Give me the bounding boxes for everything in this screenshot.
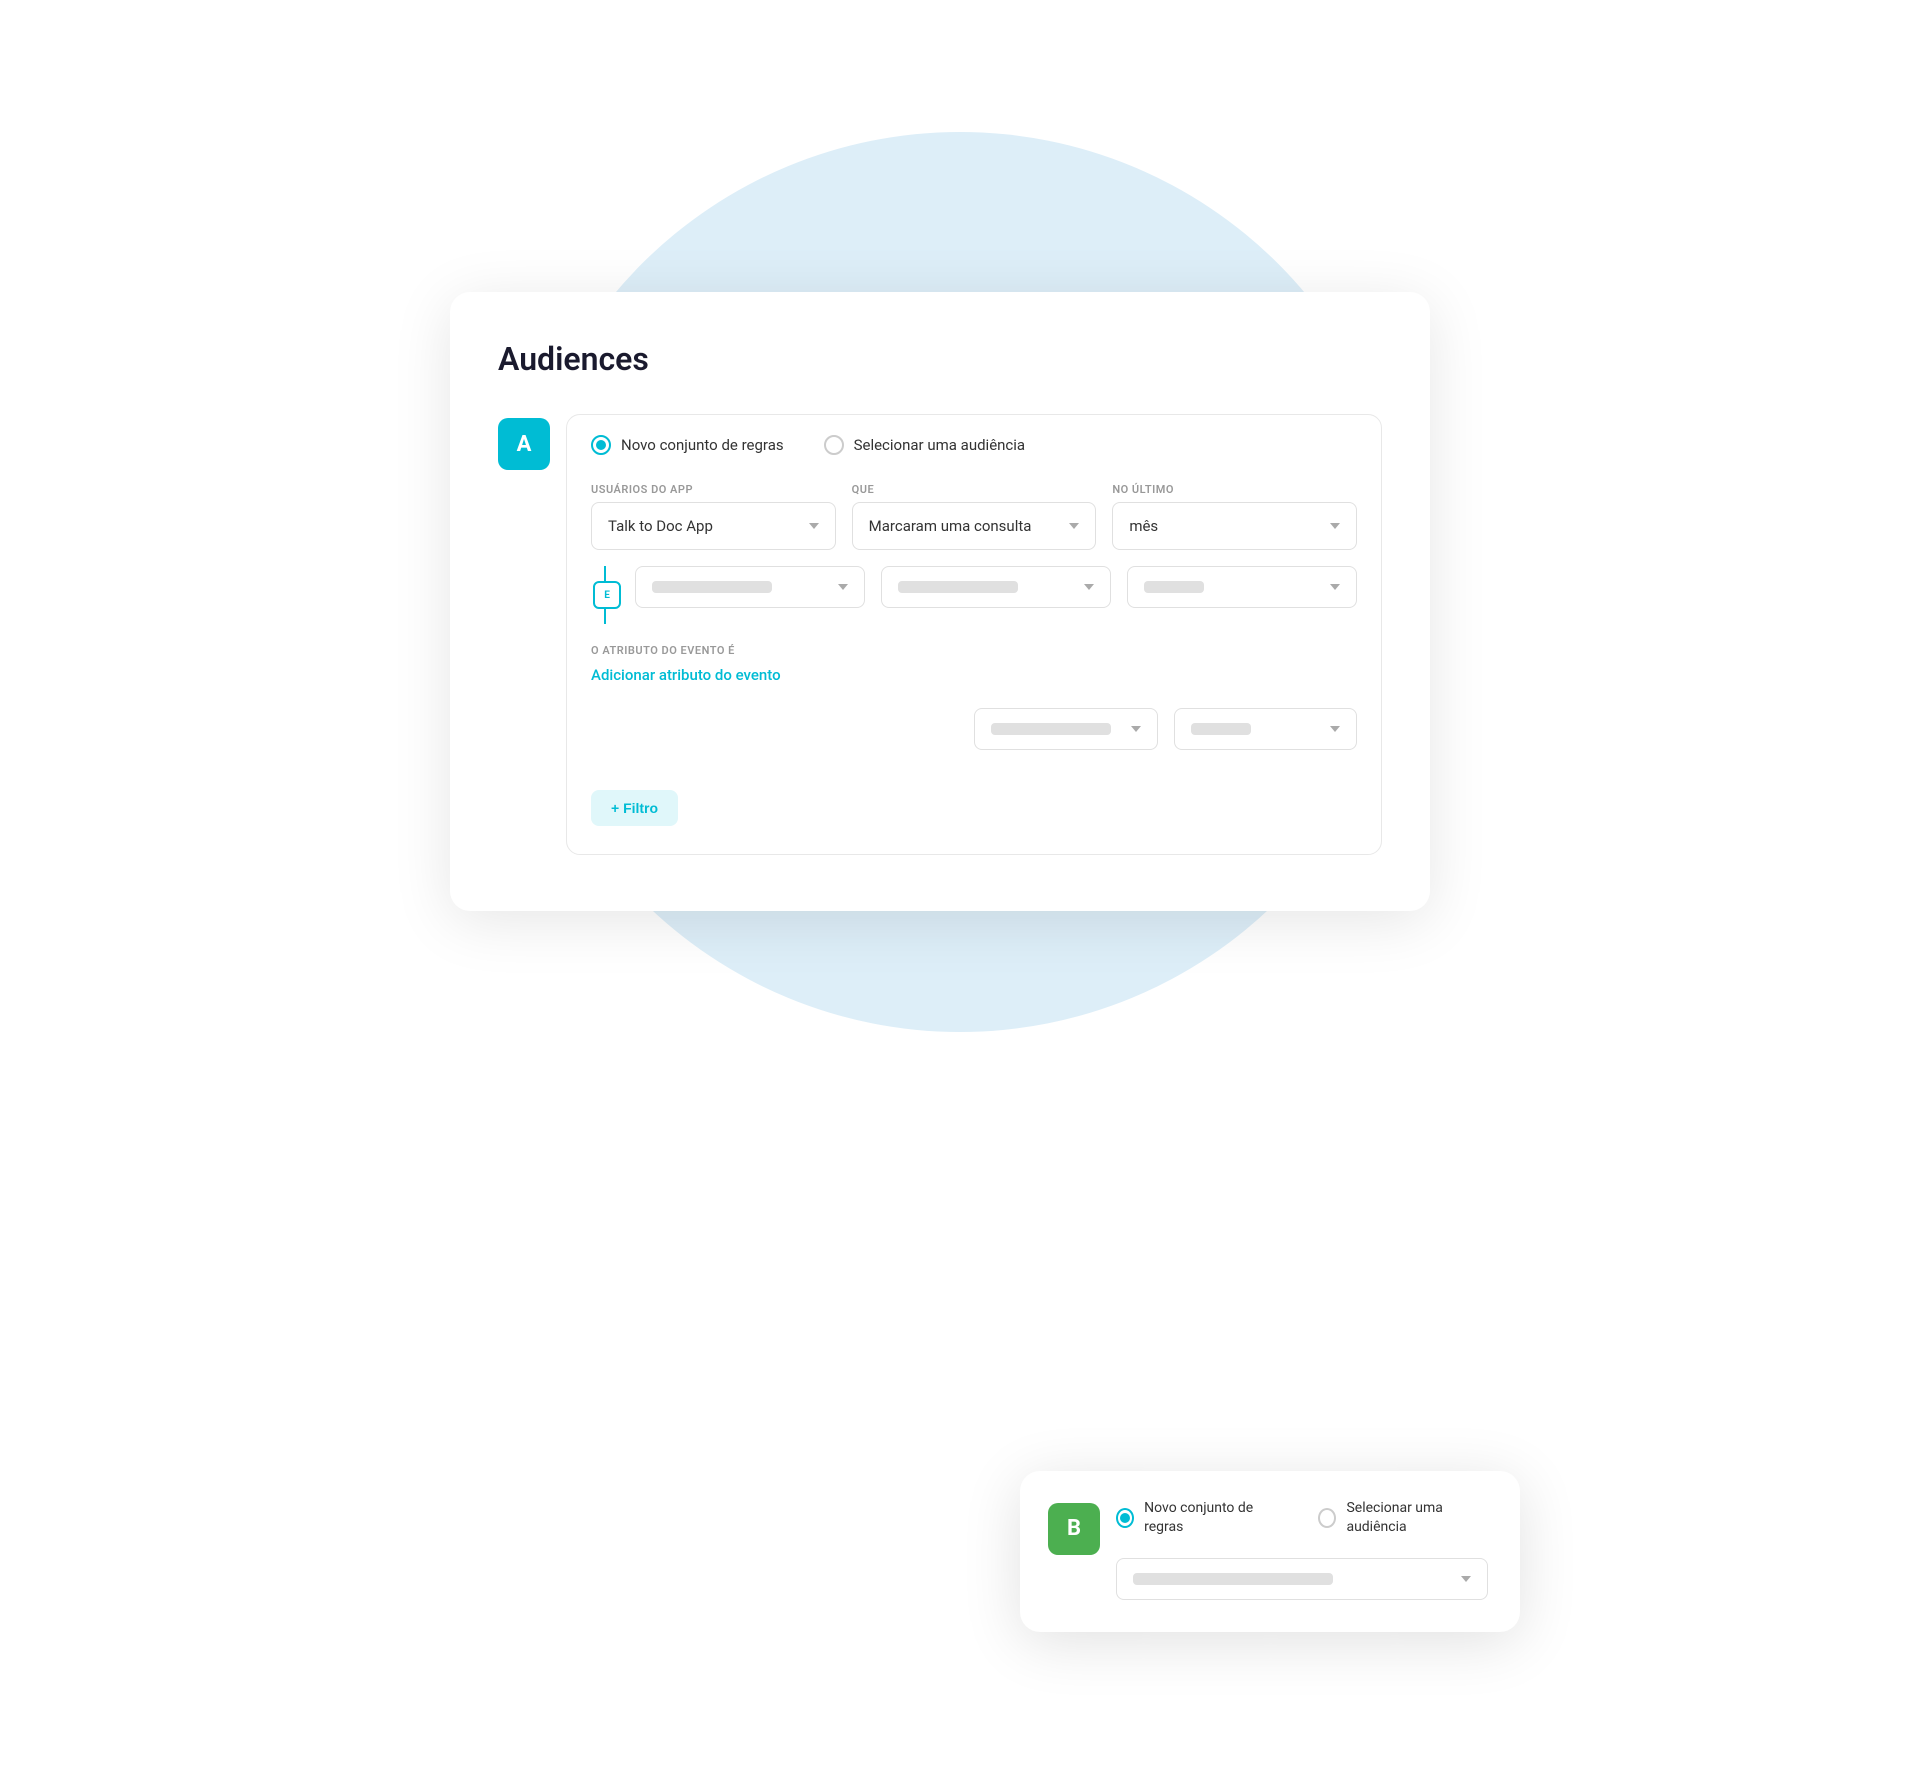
event-attr-grid bbox=[591, 692, 1357, 766]
field-app-users: USUÁRIOS DO APP Talk to Doc App bbox=[591, 483, 836, 550]
field-label-app-users: USUÁRIOS DO APP bbox=[591, 483, 836, 496]
audience-a-content: Novo conjunto de regras Selecionar uma a… bbox=[566, 414, 1382, 855]
dropdown-placeholder-1[interactable] bbox=[635, 566, 865, 608]
dropdown-app[interactable]: Talk to Doc App bbox=[591, 502, 836, 550]
radio-label-new-rules-b: Novo conjunto de regras bbox=[1144, 1499, 1278, 1538]
dropdown-placeholder-3[interactable] bbox=[1127, 566, 1357, 608]
dropdown-app-value: Talk to Doc App bbox=[608, 517, 713, 535]
audience-a-block: A Novo conjunto de regras Selecionar uma… bbox=[498, 414, 1382, 855]
radio-new-rules-b[interactable]: Novo conjunto de regras bbox=[1116, 1499, 1278, 1538]
chevron-down-p1-icon bbox=[838, 584, 848, 590]
radio-label-select-audience-b: Selecionar uma audiência bbox=[1346, 1499, 1488, 1538]
radio-select-audience-a[interactable]: Selecionar uma audiência bbox=[824, 435, 1026, 455]
field-placeholder-3 bbox=[1127, 566, 1357, 608]
dropdown-no-ultimo-value: mês bbox=[1129, 517, 1158, 535]
radio-label-select-audience-a: Selecionar uma audiência bbox=[854, 436, 1026, 454]
dropdown-que[interactable]: Marcaram uma consulta bbox=[852, 502, 1097, 550]
chevron-down-ea3-icon bbox=[1330, 726, 1340, 732]
dropdown-event-attr-2-value bbox=[991, 723, 1111, 735]
main-audience-card: Audiences A Novo conjunto de regras Sele… bbox=[450, 292, 1430, 911]
dropdown-placeholder-1-value bbox=[652, 581, 772, 593]
filter-grid-a-row1: USUÁRIOS DO APP Talk to Doc App QUE Marc… bbox=[591, 483, 1357, 550]
field-no-ultimo: NO ÚLTIMO mês bbox=[1112, 483, 1357, 550]
audience-b-content: Novo conjunto de regras Selecionar uma a… bbox=[1116, 1499, 1488, 1600]
page-title: Audiences bbox=[498, 340, 1382, 378]
event-attr-dropdowns bbox=[591, 708, 1357, 750]
dropdown-event-attr-2[interactable] bbox=[974, 708, 1158, 750]
event-attr-section: O ATRIBUTO DO EVENTO É Adicionar atribut… bbox=[591, 644, 1357, 766]
dropdown-event-attr-3-value bbox=[1191, 723, 1251, 735]
add-event-link[interactable]: Adicionar atributo do evento bbox=[591, 666, 781, 684]
radio-new-rules-a[interactable]: Novo conjunto de regras bbox=[591, 435, 784, 455]
chevron-down-p2-icon bbox=[1084, 584, 1094, 590]
filter-grid-a-row2 bbox=[635, 566, 1357, 608]
and-badge-a: E bbox=[593, 581, 621, 609]
audience-b-card: B Novo conjunto de regras Selecionar uma… bbox=[1020, 1471, 1520, 1632]
audience-a-label: A bbox=[498, 418, 550, 470]
and-sidebar-a: E bbox=[591, 566, 623, 624]
audience-b-block: B Novo conjunto de regras Selecionar uma… bbox=[1048, 1499, 1488, 1600]
radio-circle-checked-a bbox=[591, 435, 611, 455]
radio-circle-unchecked-a bbox=[824, 435, 844, 455]
chevron-down-ea2-icon bbox=[1131, 726, 1141, 732]
radio-label-new-rules-a: Novo conjunto de regras bbox=[621, 436, 784, 454]
audience-b-label: B bbox=[1048, 1503, 1100, 1555]
radio-circle-unchecked-b bbox=[1318, 1508, 1336, 1528]
dropdown-placeholder-3-value bbox=[1144, 581, 1204, 593]
dropdown-b-main[interactable] bbox=[1116, 1558, 1488, 1600]
dropdown-placeholder-2[interactable] bbox=[881, 566, 1111, 608]
chevron-down-b-icon bbox=[1461, 1576, 1471, 1582]
dropdown-placeholder-2-value bbox=[898, 581, 1018, 593]
dropdown-b-main-value bbox=[1133, 1573, 1333, 1585]
audience-a-radio-row: Novo conjunto de regras Selecionar uma a… bbox=[591, 435, 1357, 455]
field-event-attr-3 bbox=[1174, 708, 1358, 750]
event-attr-label: O ATRIBUTO DO EVENTO É bbox=[591, 644, 1357, 657]
field-placeholder-1 bbox=[635, 566, 865, 608]
add-filter-button[interactable]: + Filtro bbox=[591, 790, 678, 826]
audience-b-radio-row: Novo conjunto de regras Selecionar uma a… bbox=[1116, 1499, 1488, 1538]
and-second-row-content bbox=[635, 566, 1357, 624]
radio-circle-checked-b bbox=[1116, 1508, 1134, 1528]
and-row-a: E bbox=[591, 566, 1357, 624]
field-label-que: QUE bbox=[852, 483, 1097, 496]
dropdown-que-value: Marcaram uma consulta bbox=[869, 517, 1032, 535]
field-event-attr-2 bbox=[974, 708, 1158, 750]
field-label-no-ultimo: NO ÚLTIMO bbox=[1112, 483, 1357, 496]
dropdown-no-ultimo[interactable]: mês bbox=[1112, 502, 1357, 550]
chevron-down-que-icon bbox=[1069, 523, 1079, 529]
field-placeholder-2 bbox=[881, 566, 1111, 608]
dropdown-event-attr-3[interactable] bbox=[1174, 708, 1358, 750]
radio-select-audience-b[interactable]: Selecionar uma audiência bbox=[1318, 1499, 1488, 1538]
field-que: QUE Marcaram uma consulta bbox=[852, 483, 1097, 550]
chevron-down-p3-icon bbox=[1330, 584, 1340, 590]
chevron-down-no-ultimo-icon bbox=[1330, 523, 1340, 529]
chevron-down-app-icon bbox=[809, 523, 819, 529]
